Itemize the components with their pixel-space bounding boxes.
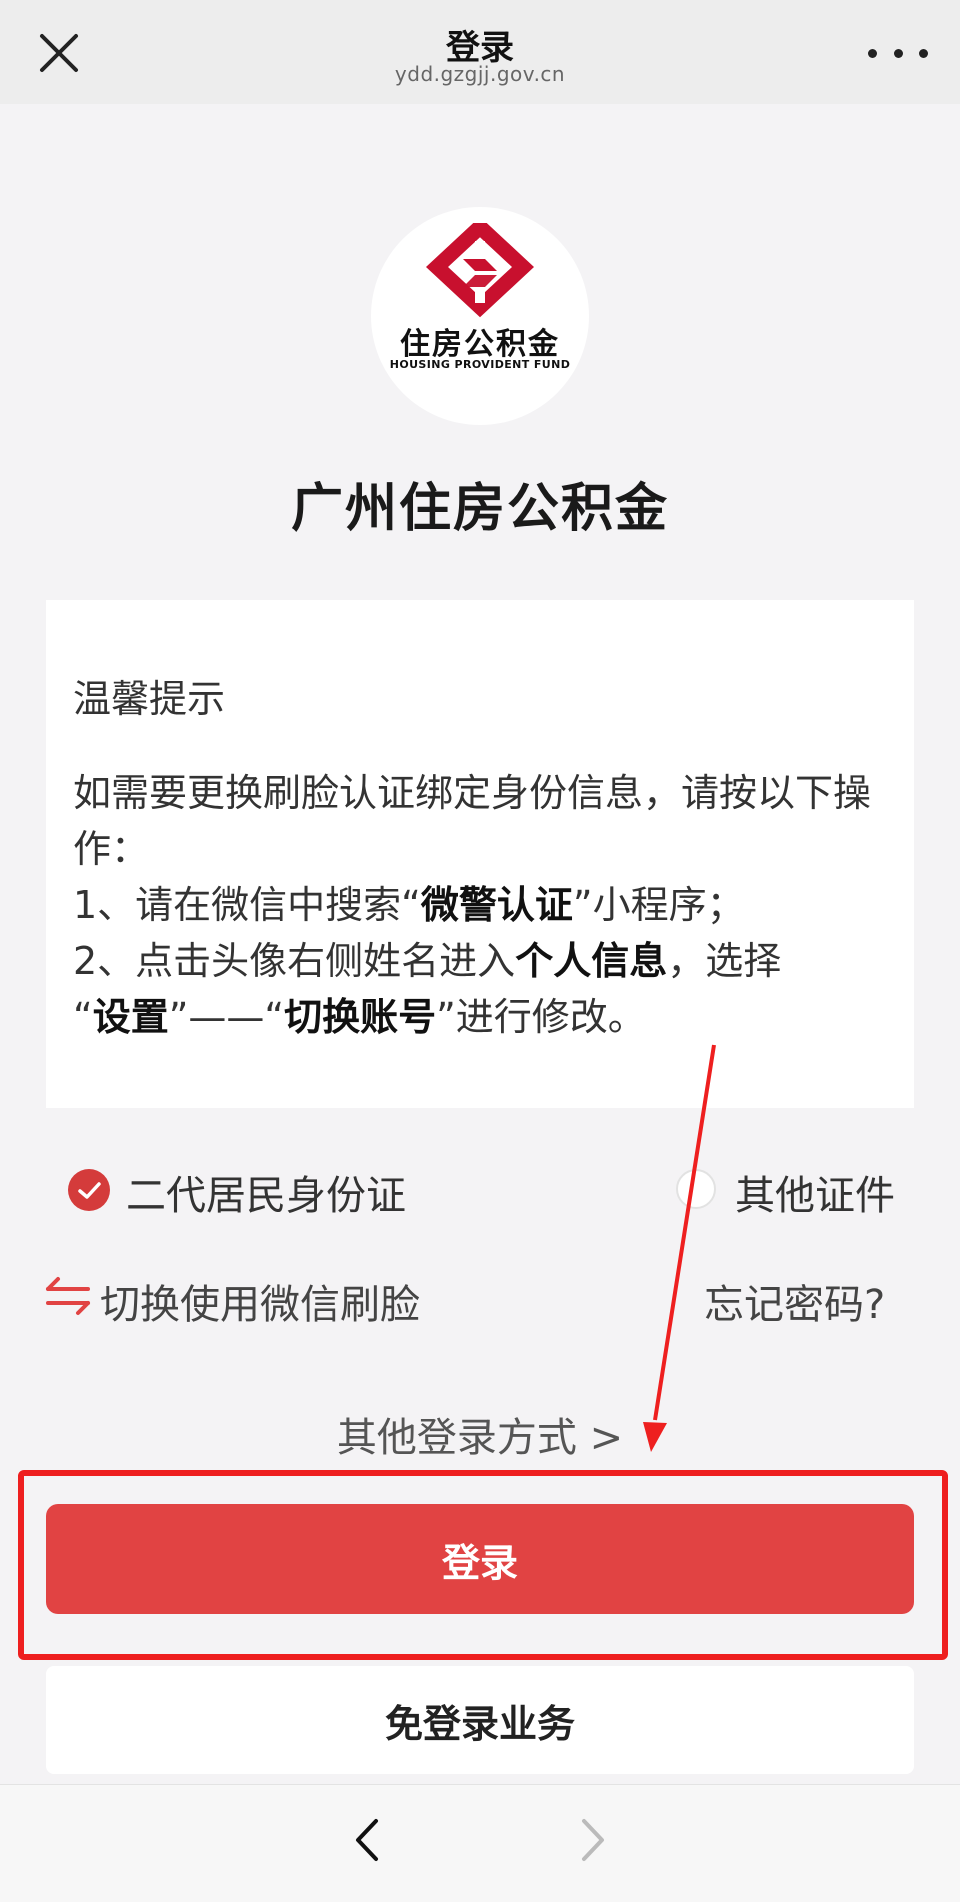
notice-body: 如需要更换刷脸认证绑定身份信息，请按以下操作： 1、请在微信中搜索“微警认证”小… (73, 765, 893, 1045)
switch-face-link[interactable]: 切换使用微信刷脸 (100, 1272, 420, 1330)
id-card-radio[interactable] (68, 1169, 110, 1211)
notice-card: 温馨提示 如需要更换刷脸认证绑定身份信息，请按以下操作： 1、请在微信中搜索“微… (46, 600, 914, 1108)
other-id-radio[interactable] (676, 1169, 716, 1209)
more-icon[interactable] (868, 38, 928, 68)
notice-line: 1、请在微信中搜索“微警认证”小程序； (73, 883, 745, 927)
housing-fund-logo: 住房公积金 HOUSING PROVIDENT FUND (371, 207, 589, 425)
logo-english-text: HOUSING PROVIDENT FUND (389, 358, 571, 371)
notice-line: 如需要更换刷脸认证绑定身份信息，请按以下操作： (73, 771, 872, 871)
notice-line: “设置”——“切换账号”进行修改。 (73, 995, 646, 1039)
fund-emblem-icon (425, 223, 535, 318)
notice-line: 2、点击头像右侧姓名进入个人信息，选择 (73, 939, 782, 983)
notice-title: 温馨提示 (73, 677, 226, 721)
switch-arrows-icon[interactable] (44, 1276, 92, 1316)
back-icon[interactable] (348, 1815, 388, 1865)
id-card-option-label[interactable]: 二代居民身份证 (126, 1163, 406, 1221)
other-id-option-label[interactable]: 其他证件 (735, 1163, 895, 1221)
logo-chinese-text: 住房公积金 (400, 327, 560, 362)
page-domain: ydd.gzgjj.gov.cn (394, 62, 566, 86)
forward-icon[interactable] (572, 1815, 612, 1865)
check-icon (78, 1182, 101, 1199)
no-login-service-button[interactable]: 免登录业务 (46, 1666, 914, 1774)
site-name: 广州住房公积金 (290, 479, 669, 539)
bottom-nav-bar (0, 1784, 960, 1902)
login-button[interactable]: 登录 (46, 1504, 914, 1614)
forgot-password-link[interactable]: 忘记密码? (704, 1272, 885, 1330)
other-login-methods-link[interactable]: 其他登录方式 > (0, 1405, 960, 1463)
top-bar: 登录 ydd.gzgjj.gov.cn (0, 0, 960, 104)
